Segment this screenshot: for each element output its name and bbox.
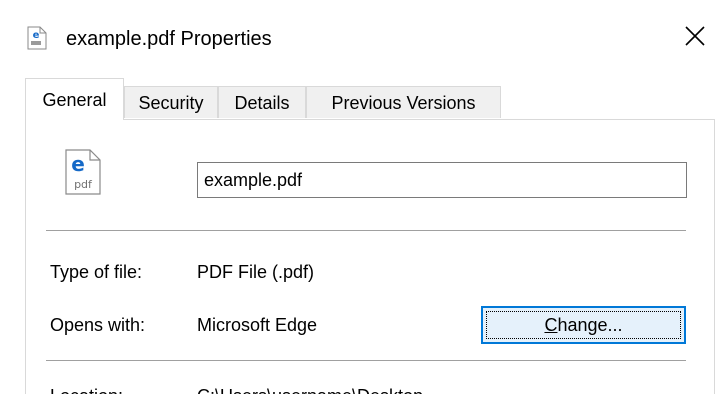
svg-text:pdf: pdf: [74, 178, 93, 191]
tab-security[interactable]: Security: [124, 86, 218, 118]
close-button[interactable]: [665, 0, 725, 72]
close-icon: [685, 26, 705, 46]
title-bar[interactable]: e example.pdf Properties: [0, 0, 725, 78]
tab-general-label: General: [42, 90, 107, 110]
location-value: C:\Users\username\Desktop: [197, 385, 423, 394]
divider: [46, 360, 686, 361]
type-of-file-label: Type of file:: [50, 262, 143, 282]
tab-previous-versions-label: Previous Versions: [331, 93, 476, 113]
tab-strip: General Security Details Previous Versio…: [25, 78, 705, 120]
location-label: Location:: [50, 385, 123, 394]
change-button[interactable]: Change...: [481, 306, 686, 344]
window-title: example.pdf Properties: [66, 28, 272, 50]
file-name-input[interactable]: [197, 162, 687, 198]
change-button-focus: Change...: [486, 311, 681, 339]
change-button-label: hange...: [557, 314, 623, 335]
change-button-accelerator: C: [544, 314, 558, 335]
pdf-file-icon: e pdf: [65, 149, 101, 195]
tab-general[interactable]: General: [25, 78, 124, 120]
tab-previous-versions[interactable]: Previous Versions: [306, 86, 501, 118]
pdf-file-icon: e: [27, 26, 47, 50]
tab-details-label: Details: [234, 93, 290, 113]
svg-text:e: e: [33, 30, 40, 41]
type-of-file-value: PDF File (.pdf): [197, 262, 315, 282]
properties-dialog: e example.pdf Properties General Securit…: [0, 0, 725, 394]
tab-security-label: Security: [138, 93, 204, 113]
tab-details[interactable]: Details: [218, 86, 306, 118]
opens-with-value: Microsoft Edge: [197, 315, 318, 335]
svg-text:e: e: [71, 152, 85, 176]
general-tab-panel: e pdf Type of file: PDF File (.pdf) Open…: [25, 119, 715, 394]
opens-with-label: Opens with:: [50, 315, 146, 335]
divider: [46, 230, 686, 231]
